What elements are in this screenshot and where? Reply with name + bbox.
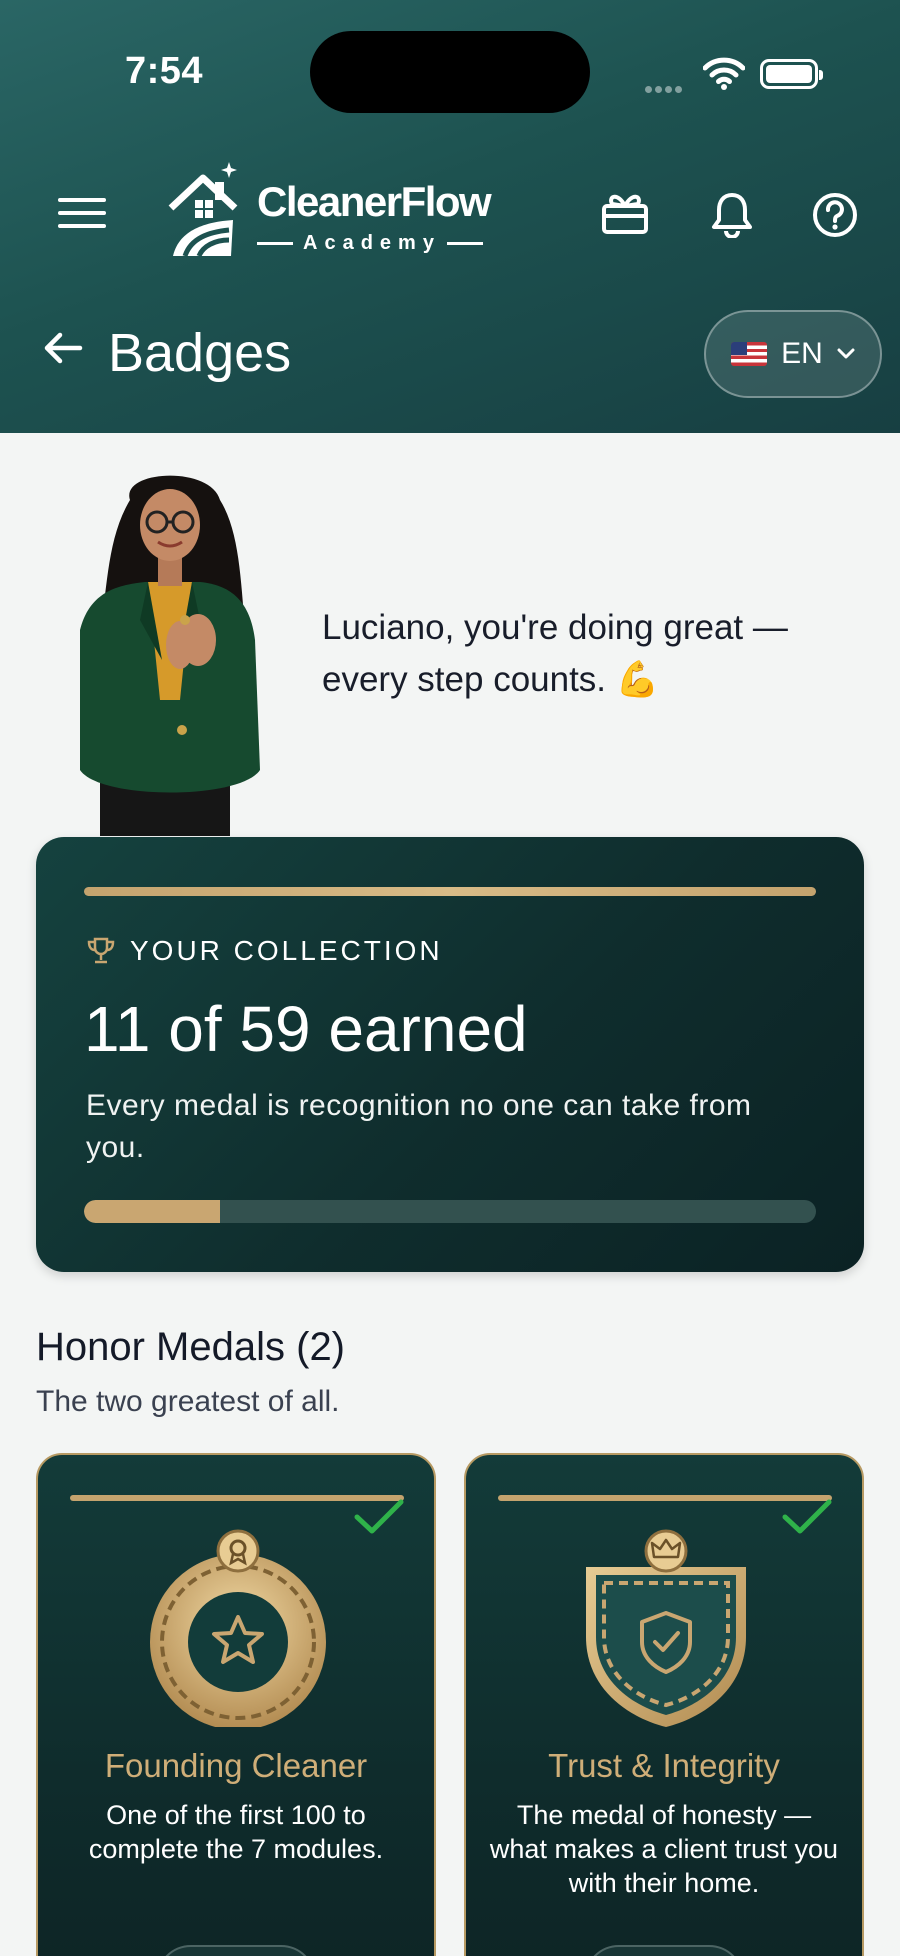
menu-button[interactable]	[58, 198, 106, 232]
star-ring-medal-icon	[150, 1529, 326, 1727]
honor-section-title: Honor Medals (2)	[36, 1325, 346, 1369]
card-accent-line	[84, 887, 816, 896]
back-arrow-icon[interactable]	[42, 330, 84, 371]
medal-name: Founding Cleaner	[104, 1747, 368, 1784]
house-logo-icon	[168, 162, 238, 258]
collection-kicker: YOUR COLLECTION	[86, 935, 443, 967]
collection-card: YOUR COLLECTION 11 of 59 earned Every me…	[36, 837, 864, 1272]
language-label: EN	[781, 337, 823, 370]
collection-kicker-text: YOUR COLLECTION	[130, 935, 443, 966]
shield-check-medal-icon	[586, 1529, 746, 1727]
status-time: 7:54	[125, 50, 204, 92]
medal-description: One of the first 100 to complete the 7 m…	[88, 1800, 384, 1864]
logo-subtitle-text: Academy	[303, 232, 441, 254]
trophy-icon	[87, 937, 115, 964]
collection-progress-fill	[84, 1200, 221, 1223]
app-header: 7:54 CleanerFlow Academy Badges EN	[0, 0, 900, 433]
logo-subtitle: Academy	[257, 232, 502, 255]
help-icon[interactable]	[812, 192, 858, 243]
medal-name: Trust & Integrity	[548, 1747, 780, 1784]
dynamic-island	[310, 31, 590, 113]
medal-card-founding-cleaner[interactable]: Founding Cleaner One of the first 100 to…	[36, 1453, 436, 1956]
earned-check-icon	[782, 1499, 832, 1534]
gift-icon[interactable]	[600, 190, 650, 241]
mentor-avatar	[70, 470, 270, 836]
chevron-down-icon	[837, 348, 855, 359]
page-title: Badges	[108, 323, 292, 383]
wifi-icon	[702, 56, 746, 95]
mentor-message: Luciano, you're doing great — every step…	[322, 608, 788, 699]
collection-description: Every medal is recognition no one can ta…	[86, 1089, 752, 1164]
bell-icon[interactable]	[710, 190, 754, 243]
honor-section-subtitle: The two greatest of all.	[36, 1385, 340, 1418]
medal-description: The medal of honesty — what makes a clie…	[489, 1800, 839, 1898]
cellular-signal-icon	[645, 80, 685, 98]
collection-count: 11 of 59 earned	[84, 993, 528, 1065]
battery-icon	[760, 59, 823, 89]
medal-action-button[interactable]	[584, 1945, 744, 1956]
us-flag-icon	[731, 342, 768, 366]
medal-action-button[interactable]	[156, 1945, 316, 1956]
language-selector[interactable]: EN	[704, 310, 882, 398]
earned-check-icon	[354, 1499, 404, 1534]
app-logo: CleanerFlow Academy	[165, 160, 505, 260]
medal-card-trust-integrity[interactable]: Trust & Integrity The medal of honesty —…	[464, 1453, 864, 1956]
logo-title: CleanerFlow	[257, 178, 492, 225]
collection-progress-bar	[84, 1200, 816, 1223]
